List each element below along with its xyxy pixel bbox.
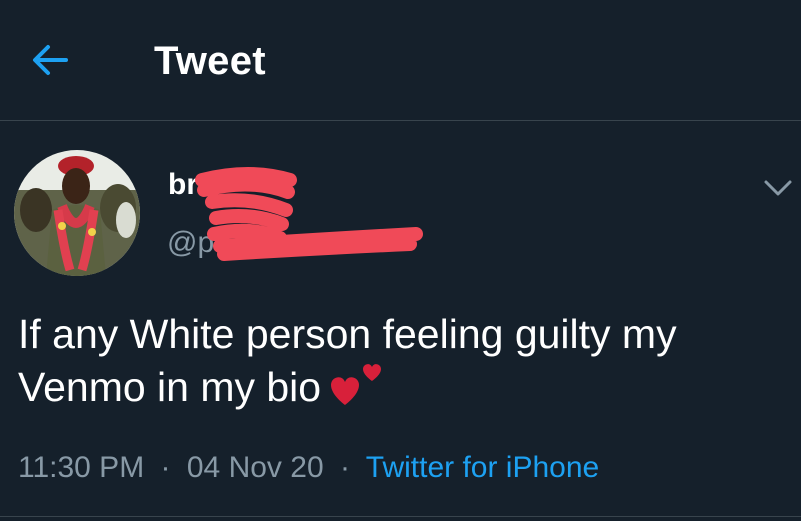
meta-separator: ·: [339, 451, 350, 484]
tweet-time: 11:30 PM: [18, 451, 145, 484]
tweet-text: If any White person feeling guilty my Ve…: [18, 308, 778, 414]
tweet-source-link[interactable]: Twitter for iPhone: [366, 451, 599, 484]
redaction-scribble: [195, 167, 423, 261]
avatar-image: [14, 150, 140, 276]
top-bar: Tweet: [0, 0, 801, 121]
two-hearts-icon: [331, 364, 382, 405]
chevron-down-icon[interactable]: [758, 168, 798, 208]
meta-separator: ·: [160, 451, 171, 484]
avatar[interactable]: [14, 150, 140, 276]
tweet-meta: 11:30 PM · 04 Nov 20 · Twitter for iPhon…: [18, 450, 599, 486]
back-arrow-icon[interactable]: [26, 36, 74, 84]
divider: [0, 516, 801, 517]
tweet-date: 04 Nov 20: [186, 451, 324, 484]
page-title: Tweet: [154, 39, 266, 83]
